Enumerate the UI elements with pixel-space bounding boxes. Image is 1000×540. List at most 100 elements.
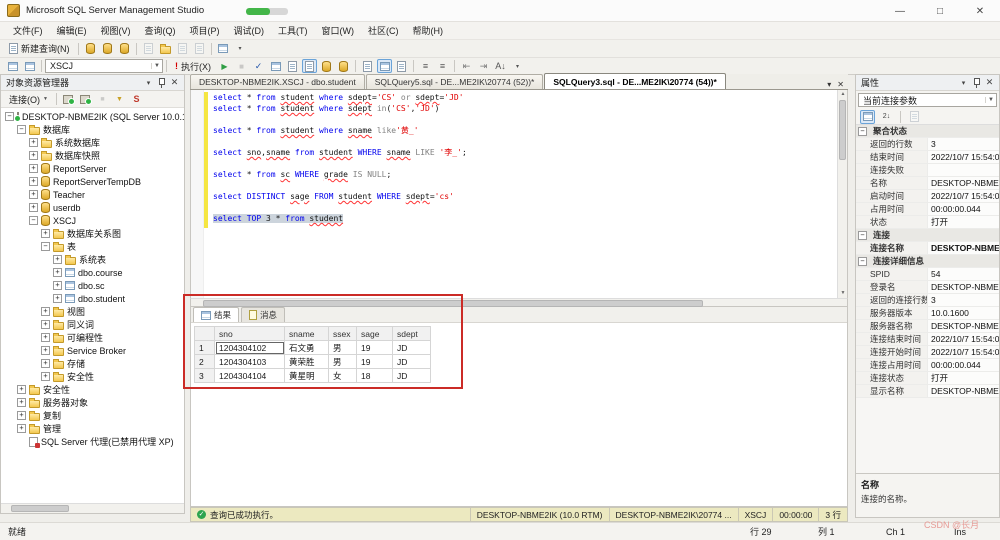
property-row[interactable]: 名称DESKTOP-NBME2IK xyxy=(856,177,999,190)
analyze-query-icon[interactable] xyxy=(319,59,334,73)
editor-hscrollbar[interactable] xyxy=(190,298,848,307)
property-pages-icon[interactable] xyxy=(907,110,922,124)
menu-item[interactable]: 窗口(W) xyxy=(315,22,362,39)
tree-expander-icon[interactable]: − xyxy=(29,216,38,225)
property-value[interactable]: 打开 xyxy=(928,372,999,384)
tree-expander-icon[interactable]: − xyxy=(41,242,50,251)
specify-values-icon[interactable] xyxy=(302,59,317,73)
tree-expander-icon[interactable]: + xyxy=(41,307,50,316)
property-row[interactable]: 连接失败 xyxy=(856,164,999,177)
property-row[interactable]: 结束时间2022/10/7 15:54:08 xyxy=(856,151,999,164)
tree-item[interactable]: +管理 xyxy=(1,422,184,435)
grid-cell[interactable]: 石文勇 xyxy=(285,341,329,355)
execute-button[interactable]: ! 执行(X) xyxy=(170,59,216,74)
results-to-file-icon[interactable] xyxy=(394,59,409,73)
tree-expander-icon[interactable]: + xyxy=(41,359,50,368)
collapse-icon[interactable]: − xyxy=(858,127,867,136)
refresh-server-icon[interactable] xyxy=(61,92,76,106)
property-value[interactable] xyxy=(928,164,999,176)
sort-icon[interactable]: A↓ xyxy=(493,59,508,73)
property-value[interactable]: DESKTOP-NBME2IK xyxy=(928,242,999,254)
property-section[interactable]: −连接 xyxy=(856,229,999,242)
grid-cell[interactable]: JD xyxy=(393,341,431,355)
parse-check-icon[interactable]: ✓ xyxy=(251,59,266,73)
save-icon[interactable] xyxy=(175,42,190,56)
menu-item[interactable]: 工具(T) xyxy=(271,22,315,39)
menu-item[interactable]: 项目(P) xyxy=(183,22,227,39)
grid-column-header[interactable]: ssex xyxy=(329,327,357,341)
tree-expander-icon[interactable]: + xyxy=(41,333,50,342)
property-row[interactable]: 连接名称DESKTOP-NBME2IK xyxy=(856,242,999,255)
tree-expander-icon[interactable]: + xyxy=(17,424,26,433)
tree-expander-icon[interactable]: + xyxy=(29,203,38,212)
tree-item[interactable]: +ReportServer xyxy=(1,162,184,175)
tree-expander-icon[interactable]: + xyxy=(17,411,26,420)
grid-cell[interactable]: 男 xyxy=(329,341,357,355)
grid-column-header[interactable]: sno xyxy=(215,327,285,341)
property-row[interactable]: 连接开始时间2022/10/7 15:54:08 xyxy=(856,346,999,359)
restore-button[interactable]: □ xyxy=(920,0,960,22)
query-designer-icon[interactable] xyxy=(5,59,20,73)
grid-cell[interactable]: 19 xyxy=(357,355,393,369)
grid-column-header[interactable]: sdept xyxy=(393,327,431,341)
tree-item[interactable]: +服务器对象 xyxy=(1,396,184,409)
grid-column-header[interactable]: sage xyxy=(357,327,393,341)
analysis-services-query-icon[interactable] xyxy=(100,42,115,56)
property-row[interactable]: 连接状态打开 xyxy=(856,372,999,385)
collapse-icon[interactable]: − xyxy=(858,257,867,266)
property-row[interactable]: 连接占用时间00:00:00.044 xyxy=(856,359,999,372)
grid-cell[interactable]: 19 xyxy=(357,341,393,355)
menu-item[interactable]: 文件(F) xyxy=(6,22,50,39)
save-all-icon[interactable] xyxy=(192,42,207,56)
property-row[interactable]: 启动时间2022/10/7 15:54:08 xyxy=(856,190,999,203)
grid-column-header[interactable]: sname xyxy=(285,327,329,341)
tree-expander-icon[interactable]: + xyxy=(41,372,50,381)
tree-expander-icon[interactable]: + xyxy=(29,164,38,173)
grid-cell[interactable]: 1204304104 xyxy=(215,369,285,383)
property-row[interactable]: 服务器名称DESKTOP-NBME2IK xyxy=(856,320,999,333)
menu-item[interactable]: 视图(V) xyxy=(94,22,138,39)
close-icon[interactable]: ✕ xyxy=(983,77,996,88)
change-type-icon[interactable] xyxy=(22,59,37,73)
property-value[interactable]: 打开 xyxy=(928,216,999,228)
tree-expander-icon[interactable]: + xyxy=(17,385,26,394)
decrease-indent-icon[interactable]: ⇤ xyxy=(459,59,474,73)
property-row[interactable]: 登录名DESKTOP-NBME2IK xyxy=(856,281,999,294)
tree-expander-icon[interactable]: + xyxy=(41,346,50,355)
tree-expander-icon[interactable]: + xyxy=(53,255,62,264)
tree-expander-icon[interactable]: + xyxy=(29,190,38,199)
property-row[interactable]: 状态打开 xyxy=(856,216,999,229)
menu-item[interactable]: 社区(C) xyxy=(361,22,406,39)
stop-icon[interactable]: ■ xyxy=(95,92,110,106)
property-row[interactable]: 服务器版本10.0.1600 xyxy=(856,307,999,320)
menu-item[interactable]: 帮助(H) xyxy=(406,22,451,39)
open-file-icon[interactable] xyxy=(158,42,173,56)
tree-item[interactable]: +数据库快照 xyxy=(1,149,184,162)
property-value[interactable]: DESKTOP-NBME2IK xyxy=(928,281,999,293)
panel-menu-icon[interactable]: ▾ xyxy=(957,79,970,87)
minimize-button[interactable]: — xyxy=(880,0,920,22)
collapse-icon[interactable]: − xyxy=(858,231,867,240)
database-selector[interactable]: XSCJ ▼ xyxy=(45,59,163,73)
comment-icon[interactable]: ≡ xyxy=(418,59,433,73)
tree-expander-icon[interactable]: + xyxy=(29,138,38,147)
panel-menu-icon[interactable]: ▾ xyxy=(142,79,155,87)
tree-item[interactable]: −数据库 xyxy=(1,123,184,136)
debug-play-icon[interactable]: ▶ xyxy=(217,59,232,73)
tree-expander-icon[interactable]: + xyxy=(29,151,38,160)
stop-icon[interactable]: ■ xyxy=(234,59,249,73)
grid-cell[interactable]: JD xyxy=(393,355,431,369)
tree-expander-icon[interactable]: + xyxy=(41,229,50,238)
tree-item[interactable]: +dbo.student xyxy=(1,292,184,305)
grid-cell[interactable]: 18 xyxy=(357,369,393,383)
new-query-button[interactable]: 新建查询(N) xyxy=(4,41,75,56)
copy-icon[interactable] xyxy=(141,42,156,56)
document-tab[interactable]: SQLQuery5.sql - DE...ME2IK\20774 (52))* xyxy=(366,74,544,89)
tree-item[interactable]: +存储 xyxy=(1,357,184,370)
database-engine-query-icon[interactable] xyxy=(83,42,98,56)
document-tab[interactable]: SQLQuery3.sql - DE...ME2IK\20774 (54))* xyxy=(544,73,725,89)
results-to-grid-icon[interactable] xyxy=(377,59,392,73)
include-plan-icon[interactable] xyxy=(336,59,351,73)
uncomment-icon[interactable]: ≡ xyxy=(435,59,450,73)
grid-cell[interactable]: 黄荣胜 xyxy=(285,355,329,369)
